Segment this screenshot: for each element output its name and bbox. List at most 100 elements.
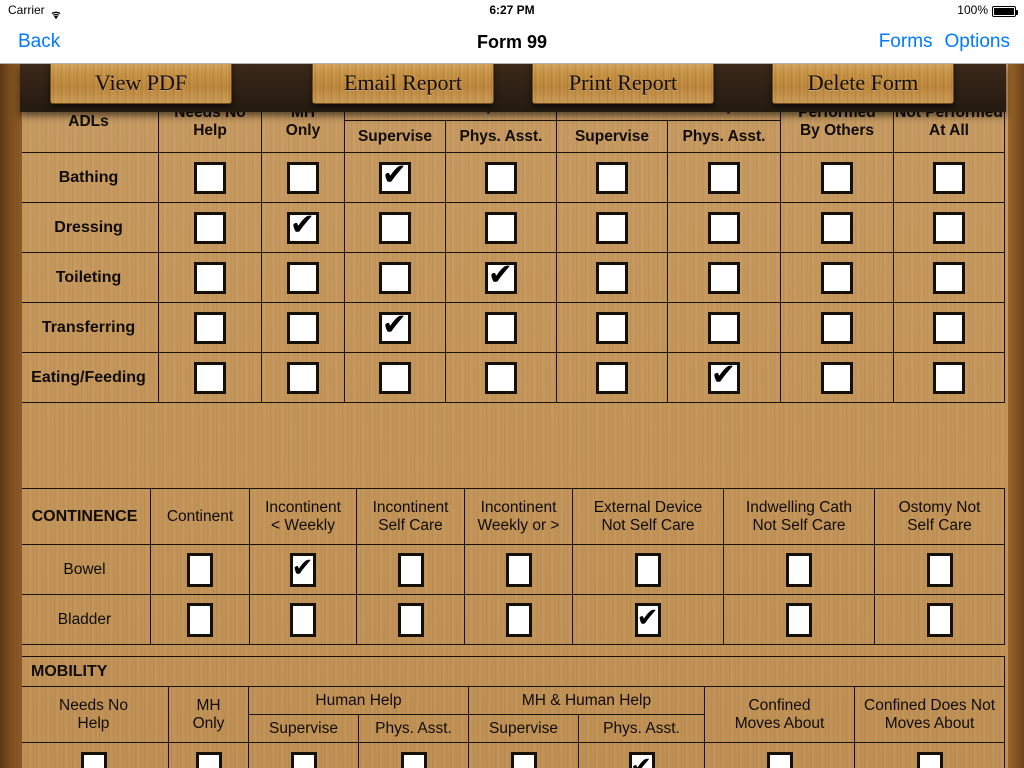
adls-checkbox-r1-c1[interactable]: ✔ <box>287 210 319 244</box>
adls-checkbox-r3-c5[interactable] <box>708 311 740 344</box>
adls-cell[interactable] <box>445 152 557 203</box>
view-pdf-button[interactable]: View PDF <box>50 64 232 104</box>
adls-cell[interactable] <box>344 352 446 403</box>
adls-checkbox-r3-c4[interactable] <box>596 311 628 344</box>
mobility-checkbox-c7[interactable] <box>916 751 943 768</box>
adls-checkbox-r0-c5[interactable] <box>708 161 740 194</box>
continence-cell[interactable] <box>464 544 573 595</box>
continence-checkbox-r0-c3[interactable] <box>505 552 532 587</box>
adls-cell[interactable] <box>780 252 894 303</box>
adls-cell[interactable] <box>261 252 345 303</box>
mobility-checkbox-c5[interactable]: ✔ <box>628 751 655 768</box>
continence-cell[interactable] <box>356 544 465 595</box>
adls-checkbox-r0-c1[interactable] <box>287 161 319 194</box>
adls-checkbox-r0-c0[interactable] <box>194 161 226 194</box>
adls-cell[interactable] <box>780 202 894 253</box>
mobility-cell[interactable]: ✔ <box>578 742 705 768</box>
adls-checkbox-r2-c6[interactable] <box>821 261 853 294</box>
continence-checkbox-r1-c2[interactable] <box>397 602 424 637</box>
adls-checkbox-r3-c3[interactable] <box>485 311 517 344</box>
continence-cell[interactable] <box>150 594 250 645</box>
options-button[interactable]: Options <box>945 20 1010 64</box>
continence-cell[interactable] <box>723 544 875 595</box>
adls-cell[interactable] <box>261 352 345 403</box>
continence-cell[interactable] <box>874 594 1005 645</box>
adls-cell[interactable]: ✔ <box>667 352 781 403</box>
continence-checkbox-r1-c3[interactable] <box>505 602 532 637</box>
adls-checkbox-r3-c7[interactable] <box>933 311 965 344</box>
continence-checkbox-r0-c0[interactable] <box>187 552 213 587</box>
continence-checkbox-r0-c2[interactable] <box>397 552 424 587</box>
adls-cell[interactable] <box>893 302 1005 353</box>
continence-cell[interactable]: ✔ <box>249 544 357 595</box>
adls-cell[interactable] <box>261 152 345 203</box>
continence-checkbox-r1-c4[interactable]: ✔ <box>635 602 661 637</box>
adls-cell[interactable] <box>556 152 668 203</box>
adls-cell[interactable] <box>780 352 894 403</box>
mobility-checkbox-c1[interactable] <box>195 751 222 768</box>
adls-checkbox-r2-c0[interactable] <box>194 261 226 294</box>
continence-cell[interactable] <box>572 544 724 595</box>
adls-cell[interactable] <box>893 252 1005 303</box>
continence-cell[interactable] <box>874 544 1005 595</box>
adls-cell[interactable] <box>893 352 1005 403</box>
mobility-checkbox-c2[interactable] <box>290 751 317 768</box>
adls-cell[interactable] <box>667 152 781 203</box>
mobility-cell[interactable] <box>853 742 1006 768</box>
adls-checkbox-r2-c1[interactable] <box>287 261 319 294</box>
mobility-checkbox-c3[interactable] <box>400 751 427 768</box>
adls-checkbox-r4-c4[interactable] <box>596 361 628 394</box>
adls-checkbox-r0-c6[interactable] <box>821 161 853 194</box>
print-report-button[interactable]: Print Report <box>532 64 714 104</box>
adls-checkbox-r4-c0[interactable] <box>194 361 226 394</box>
adls-checkbox-r1-c4[interactable] <box>596 211 628 244</box>
adls-checkbox-r3-c2[interactable]: ✔ <box>379 310 411 344</box>
mobility-cell[interactable] <box>18 742 169 768</box>
mobility-cell[interactable] <box>248 742 359 768</box>
adls-checkbox-r2-c2[interactable] <box>379 261 411 294</box>
continence-checkbox-r1-c1[interactable] <box>290 602 316 637</box>
continence-cell[interactable] <box>723 594 875 645</box>
adls-cell[interactable] <box>344 252 446 303</box>
continence-cell[interactable] <box>249 594 357 645</box>
mobility-cell[interactable] <box>168 742 249 768</box>
adls-checkbox-r4-c6[interactable] <box>821 361 853 394</box>
adls-cell[interactable] <box>445 302 557 353</box>
continence-cell[interactable] <box>150 544 250 595</box>
adls-cell[interactable]: ✔ <box>344 152 446 203</box>
adls-checkbox-r3-c0[interactable] <box>194 311 226 344</box>
adls-cell[interactable] <box>445 202 557 253</box>
adls-checkbox-r4-c5[interactable]: ✔ <box>708 360 740 394</box>
adls-cell[interactable] <box>780 302 894 353</box>
mobility-cell[interactable] <box>468 742 579 768</box>
adls-cell[interactable] <box>667 202 781 253</box>
adls-checkbox-r0-c3[interactable] <box>485 161 517 194</box>
adls-checkbox-r2-c7[interactable] <box>933 261 965 294</box>
adls-checkbox-r1-c5[interactable] <box>708 211 740 244</box>
adls-checkbox-r4-c1[interactable] <box>287 361 319 394</box>
adls-checkbox-r3-c1[interactable] <box>287 311 319 344</box>
delete-form-button[interactable]: Delete Form <box>772 64 954 104</box>
adls-cell[interactable] <box>261 302 345 353</box>
continence-cell[interactable] <box>464 594 573 645</box>
continence-checkbox-r0-c5[interactable] <box>786 552 812 587</box>
adls-cell[interactable] <box>158 252 262 303</box>
adls-cell[interactable]: ✔ <box>445 252 557 303</box>
adls-cell[interactable] <box>556 302 668 353</box>
adls-checkbox-r0-c2[interactable]: ✔ <box>379 160 411 194</box>
adls-cell[interactable] <box>556 352 668 403</box>
forms-button[interactable]: Forms <box>879 20 933 64</box>
adls-checkbox-r3-c6[interactable] <box>821 311 853 344</box>
adls-cell[interactable] <box>158 202 262 253</box>
adls-checkbox-r4-c3[interactable] <box>485 361 517 394</box>
adls-checkbox-r1-c3[interactable] <box>485 211 517 244</box>
adls-checkbox-r1-c6[interactable] <box>821 211 853 244</box>
adls-checkbox-r2-c4[interactable] <box>596 261 628 294</box>
mobility-cell[interactable] <box>704 742 855 768</box>
continence-checkbox-r1-c5[interactable] <box>786 602 812 637</box>
adls-cell[interactable] <box>780 152 894 203</box>
adls-cell[interactable]: ✔ <box>344 302 446 353</box>
continence-checkbox-r1-c0[interactable] <box>187 602 213 637</box>
adls-checkbox-r4-c7[interactable] <box>933 361 965 394</box>
continence-cell[interactable]: ✔ <box>572 594 724 645</box>
